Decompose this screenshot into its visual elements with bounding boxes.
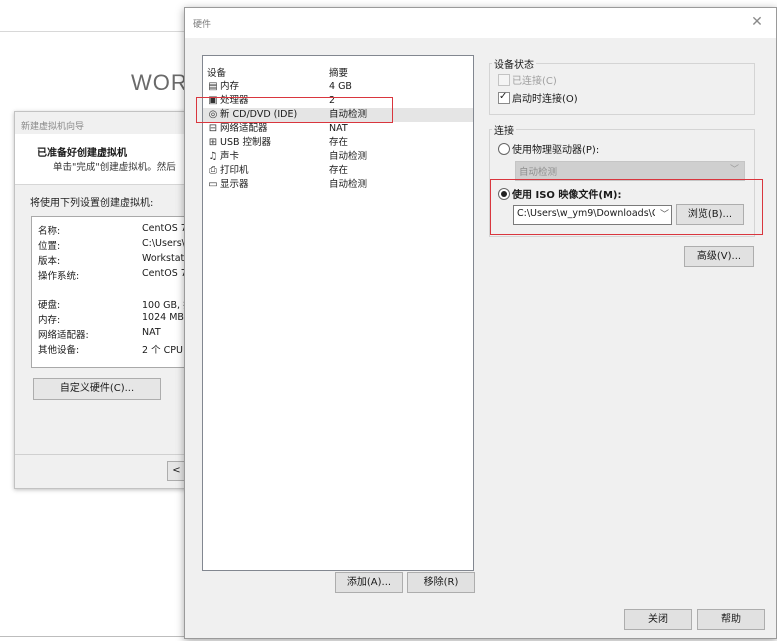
usb-icon: ⊞ <box>208 137 218 148</box>
physical-drive-radio[interactable] <box>498 143 510 155</box>
connected-label: 已连接(C) <box>512 76 557 87</box>
summary-key: 操作系统: <box>38 271 80 282</box>
summary-key: 版本: <box>38 256 61 267</box>
network-adapter-icon: ⊟ <box>208 123 218 134</box>
close-button[interactable]: 关闭 <box>624 609 692 630</box>
device-name: 声卡 <box>220 151 240 162</box>
wizard-window-title: 新建虚拟机向导 <box>21 122 85 132</box>
wizard-footer-divider <box>15 454 195 455</box>
hardware-titlebar <box>185 8 776 38</box>
chevron-down-icon[interactable]: ﹀ <box>660 207 669 220</box>
connected-checkbox[interactable] <box>498 74 510 86</box>
device-summary: NAT <box>329 123 348 134</box>
chevron-down-icon: ﹀ <box>730 165 740 175</box>
device-name: USB 控制器 <box>220 137 272 148</box>
device-row-sound-card[interactable]: ♫ 声卡 自动检测 <box>203 150 473 164</box>
column-header-device: 设备 <box>207 68 227 79</box>
device-summary: 自动检测 <box>329 151 368 162</box>
wizard-header-title: 已准备好创建虚拟机 <box>37 148 127 159</box>
summary-key: 位置: <box>38 241 61 252</box>
device-summary: 存在 <box>329 165 349 176</box>
new-vm-wizard-dialog: 新建虚拟机向导 已准备好创建虚拟机 单击"完成"创建虚拟机。然后 将使用下列设置… <box>14 111 208 489</box>
cd-dvd-highlight-box <box>196 97 393 123</box>
physical-drive-value: 自动检测 <box>519 167 558 178</box>
summary-value: 1024 MB <box>142 312 184 323</box>
summary-key: 名称: <box>38 226 61 237</box>
summary-key: 其他设备: <box>38 345 80 356</box>
device-row-monitor[interactable]: ▭ 显示器 自动检测 <box>203 178 473 192</box>
device-status-label: 设备状态 <box>492 56 536 71</box>
monitor-icon: ▭ <box>208 179 218 190</box>
customize-hardware-button[interactable]: 自定义硬件(C)... <box>33 378 161 400</box>
summary-key: 硬盘: <box>38 300 61 311</box>
hardware-window-title: 硬件 <box>193 20 212 30</box>
device-row-printer[interactable]: ⎙ 打印机 存在 <box>203 164 473 178</box>
advanced-button[interactable]: 高级(V)... <box>684 246 754 267</box>
add-device-button[interactable]: 添加(A)... <box>335 572 403 593</box>
wizard-header-subtitle: 单击"完成"创建虚拟机。然后 <box>53 162 176 173</box>
device-row-memory[interactable]: ▤ 内存 4 GB <box>203 80 473 94</box>
connect-at-power-on-checkbox[interactable] <box>498 91 510 104</box>
memory-icon: ▤ <box>208 81 218 92</box>
device-summary: 4 GB <box>329 81 352 92</box>
remove-device-button[interactable]: 移除(R) <box>407 572 475 593</box>
printer-icon: ⎙ <box>209 165 217 176</box>
physical-drive-label: 使用物理驱动器(P): <box>512 145 600 156</box>
wizard-section-label: 将使用下列设置创建虚拟机: <box>30 198 154 209</box>
device-row-network-adapter[interactable]: ⊟ 网络适配器 NAT <box>203 122 473 136</box>
column-header-summary: 摘要 <box>329 68 349 79</box>
connection-label: 连接 <box>492 122 516 137</box>
device-summary: 自动检测 <box>329 179 368 190</box>
device-list[interactable]: 设备 摘要 ▤ 内存 4 GB ▣ 处理器 2 ◎ 新 CD/DVD (IDE)… <box>202 55 474 571</box>
device-name: 打印机 <box>220 165 249 176</box>
browse-button[interactable]: 浏览(B)... <box>676 204 744 225</box>
iso-image-label: 使用 ISO 映像文件(M): <box>512 190 622 201</box>
summary-key: 网络适配器: <box>38 330 89 341</box>
device-name: 内存 <box>220 81 240 92</box>
device-name: 网络适配器 <box>220 123 268 134</box>
device-row-usb-controller[interactable]: ⊞ USB 控制器 存在 <box>203 136 473 150</box>
close-icon[interactable]: ✕ <box>748 13 766 31</box>
sound-card-icon: ♫ <box>208 151 218 162</box>
help-button[interactable]: 帮助 <box>697 609 765 630</box>
summary-key: 内存: <box>38 315 61 326</box>
connect-at-power-on-label: 启动时连接(O) <box>512 94 578 105</box>
iso-path-value: C:\Users\w_ym9\Downloads\C <box>517 208 655 219</box>
wizard-summary-list: 名称: CentOS 7 64 位置: C:\Users\w_y 版本: Workst… <box>31 216 208 368</box>
iso-image-radio[interactable] <box>498 188 510 200</box>
device-summary: 存在 <box>329 137 349 148</box>
summary-value: NAT <box>142 327 161 338</box>
device-name: 显示器 <box>220 179 249 190</box>
background-title: WOR <box>131 70 188 95</box>
hardware-dialog: 硬件 ✕ 设备 摘要 ▤ 内存 4 GB ▣ 处理器 2 ◎ 新 CD/DVD … <box>184 7 777 639</box>
